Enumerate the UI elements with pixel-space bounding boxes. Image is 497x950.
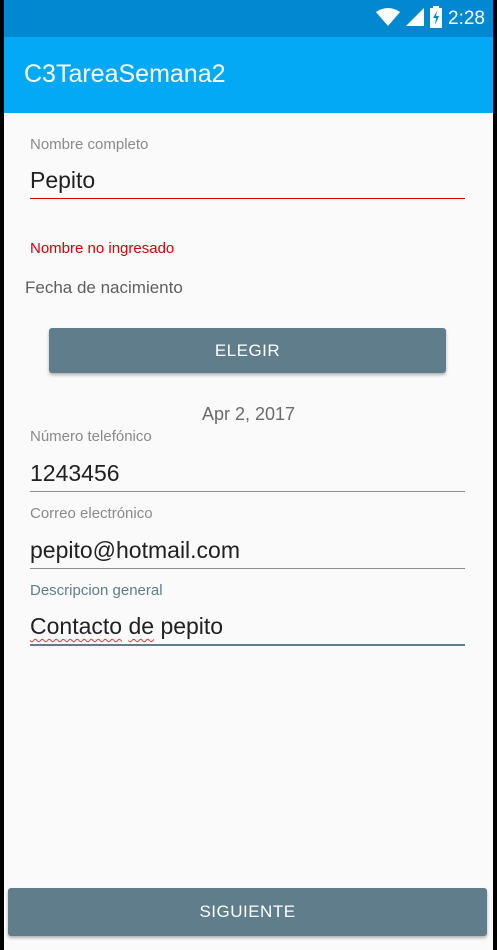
- screen: 2:28 C3TareaSemana2 Nombre completo Pepi…: [4, 0, 493, 950]
- wifi-icon: [376, 8, 401, 30]
- battery-icon: [430, 6, 443, 32]
- correo-input[interactable]: pepito@hotmail.com: [30, 537, 240, 564]
- descripcion-word-3: pepito: [160, 613, 224, 639]
- elegir-button[interactable]: ELEGIR: [49, 328, 446, 373]
- descripcion-word-1: Contacto: [30, 613, 123, 639]
- status-time: 2:28: [448, 8, 485, 29]
- telefono-input[interactable]: 1243456: [30, 460, 120, 487]
- nombre-input[interactable]: Pepito: [30, 167, 95, 194]
- telefono-underline: [30, 491, 465, 492]
- fecha-label: Fecha de nacimiento: [25, 278, 183, 297]
- nombre-error: Nombre no ingresado: [30, 240, 175, 257]
- descripcion-label: Descripcion general: [30, 582, 163, 599]
- descripcion-input[interactable]: Contacto de pepito: [30, 613, 223, 640]
- status-icons: 2:28: [376, 6, 485, 32]
- correo-label: Correo electrónico: [30, 505, 153, 522]
- correo-underline: [30, 568, 465, 569]
- nombre-underline: [30, 198, 465, 199]
- descripcion-underline: [30, 644, 465, 646]
- app-bar: C3TareaSemana2: [4, 37, 493, 113]
- status-bar: 2:28: [4, 0, 493, 37]
- descripcion-word-2: de: [128, 613, 155, 639]
- app-title: C3TareaSemana2: [24, 60, 226, 88]
- siguiente-button[interactable]: SIGUIENTE: [8, 888, 487, 936]
- telefono-label: Número telefónico: [30, 428, 152, 445]
- nombre-label: Nombre completo: [30, 136, 149, 153]
- fecha-selected: Apr 2, 2017: [201, 404, 296, 424]
- signal-icon: [406, 8, 425, 30]
